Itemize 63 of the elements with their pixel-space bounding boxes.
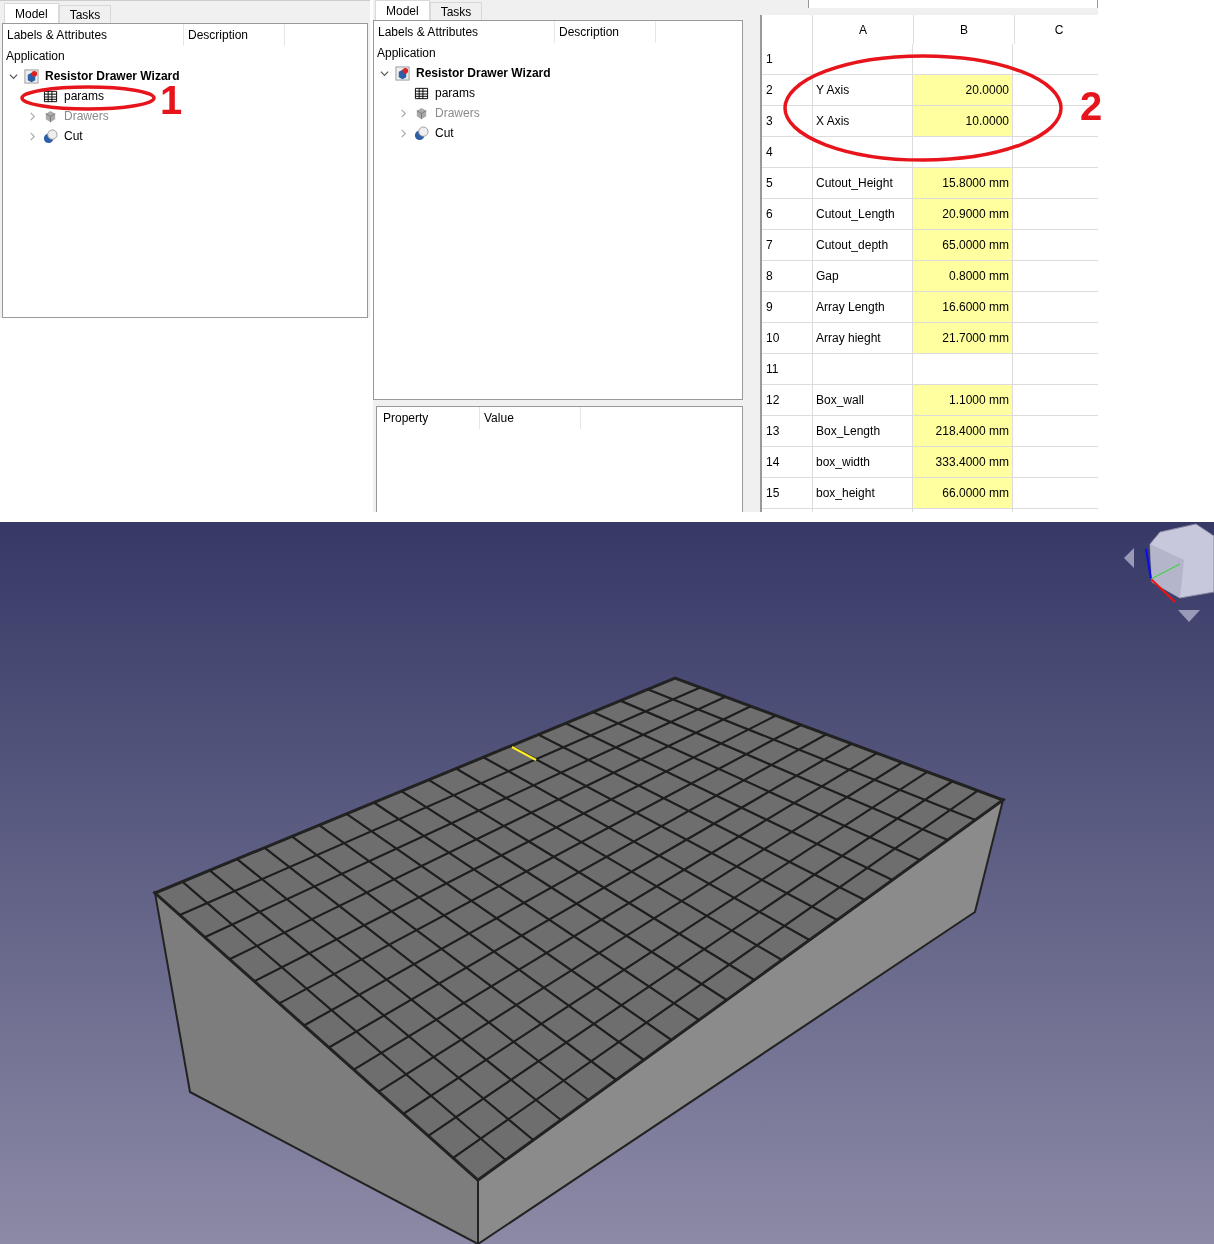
tree-item[interactable]: Resistor Drawer Wizard <box>45 69 180 83</box>
chevron-down-icon[interactable] <box>9 71 18 81</box>
tree-root[interactable]: Application <box>3 46 367 66</box>
column-header[interactable]: B <box>913 15 1014 44</box>
column-header[interactable]: Labels & Attributes <box>374 21 555 43</box>
cube-icon <box>414 105 429 121</box>
tree-item[interactable]: Drawers <box>435 106 480 120</box>
table-cell: 66.0000 mm <box>942 486 1009 500</box>
chevron-down-icon[interactable] <box>380 68 389 78</box>
table-cell: 15.8000 mm <box>942 176 1009 190</box>
table-cell: Y Axis <box>816 83 850 97</box>
table-cell: 65.0000 mm <box>942 238 1009 252</box>
table-cell: Cutout_Length <box>816 207 895 221</box>
table-icon <box>414 85 429 101</box>
tree-item[interactable]: Cut <box>435 126 454 140</box>
table-icon <box>43 88 58 104</box>
column-header[interactable]: C <box>1014 15 1098 44</box>
table-cell: 21.7000 mm <box>942 331 1009 345</box>
tree-item[interactable]: Cut <box>64 129 83 143</box>
chevron-right-icon[interactable] <box>399 128 408 138</box>
tab[interactable]: Tasks <box>429 2 483 20</box>
table-cell: Array Length <box>816 300 885 314</box>
document-icon <box>395 65 410 81</box>
table-cell: Gap <box>816 269 839 283</box>
tab[interactable]: Tasks <box>58 5 112 23</box>
column-header[interactable]: A <box>812 15 913 44</box>
table-cell: 20.9000 mm <box>942 207 1009 221</box>
document-icon <box>24 68 39 84</box>
chevron-right-icon[interactable] <box>28 111 37 121</box>
annotation-number: 2 <box>1080 86 1103 126</box>
chevron-right-icon[interactable] <box>399 108 408 118</box>
cube-icon <box>43 108 58 124</box>
tree-item[interactable]: params <box>64 89 104 103</box>
table-cell: Array hieght <box>816 331 881 345</box>
table-cell: box_width <box>816 455 871 469</box>
table-cell: box_height <box>816 486 875 500</box>
column-header[interactable]: Description <box>555 21 656 43</box>
table-cell: 218.4000 mm <box>935 424 1009 438</box>
table-cell: 20.0000 <box>965 83 1009 97</box>
cut-shape-icon <box>414 125 429 141</box>
table-cell: 10.0000 <box>965 114 1009 128</box>
table-cell: X Axis <box>816 114 850 128</box>
tree-item[interactable]: Resistor Drawer Wizard <box>416 66 551 80</box>
column-header[interactable]: Description <box>184 24 285 46</box>
tab[interactable]: Model <box>4 3 59 23</box>
table-cell: Cutout_depth <box>816 238 889 252</box>
table-cell: 333.4000 mm <box>935 455 1009 469</box>
tree-item[interactable]: params <box>435 86 475 100</box>
table-cell: 0.8000 mm <box>948 269 1009 283</box>
table-cell: Box_Length <box>816 424 881 438</box>
column-header[interactable]: Value <box>480 407 581 429</box>
cut-shape-icon <box>43 128 58 144</box>
table-cell: Box_wall <box>816 393 865 407</box>
table-cell: Cutout_Height <box>816 176 893 190</box>
column-header[interactable]: Labels & Attributes <box>3 24 184 46</box>
column-header[interactable]: Property <box>379 407 480 429</box>
annotation-number: 1 <box>160 80 183 120</box>
table-cell: 16.6000 mm <box>942 300 1009 314</box>
tab[interactable]: Model <box>375 0 430 20</box>
chevron-right-icon[interactable] <box>28 131 37 141</box>
tree-root[interactable]: Application <box>374 43 742 63</box>
table-cell: 1.1000 mm <box>948 393 1009 407</box>
tree-item[interactable]: Drawers <box>64 109 109 123</box>
